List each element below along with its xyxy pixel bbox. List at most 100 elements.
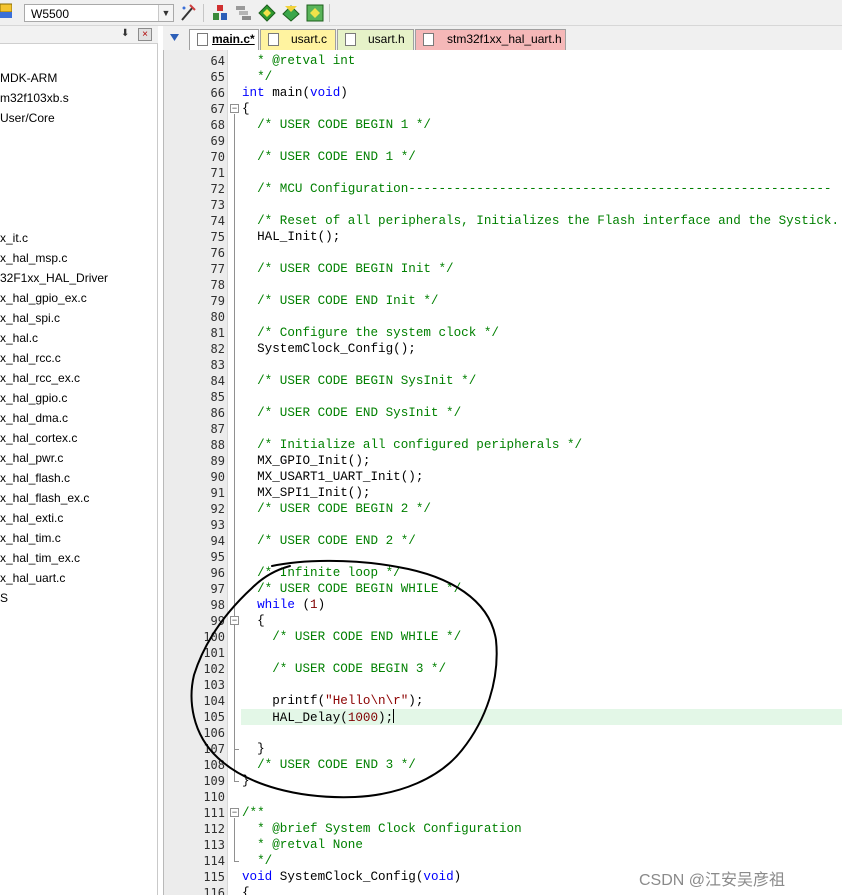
pack-installer-icon[interactable] — [257, 3, 277, 23]
fold-collapse-icon[interactable]: − — [230, 808, 239, 817]
code-line[interactable]: } — [242, 773, 250, 789]
line-number-gutter: 64 65 66 67 68 69 70 71 72 73 74 75 76 77 78 79 80 81 82 83… — [164, 50, 228, 895]
code-line[interactable]: /* USER CODE END 1 */ — [242, 149, 416, 165]
chevron-down-icon[interactable]: ▼ — [158, 5, 173, 21]
project-tree-item[interactable]: User/Core — [0, 111, 55, 125]
code-line[interactable]: HAL_Delay(1000); — [242, 709, 395, 725]
code-line[interactable]: * @retval int — [242, 53, 355, 69]
code-line[interactable]: HAL_Init(); — [242, 229, 340, 245]
code-line[interactable]: { — [242, 885, 250, 895]
project-tree-item[interactable]: 32F1xx_HAL_Driver — [0, 271, 108, 285]
code-line[interactable]: */ — [242, 853, 272, 869]
line-number: 108 — [203, 758, 225, 772]
line-number: 74 — [210, 214, 225, 228]
project-tree-item[interactable]: x_hal_tim.c — [0, 531, 61, 545]
code-line[interactable]: /* USER CODE BEGIN SysInit */ — [242, 373, 476, 389]
code-line[interactable]: /* MCU Configuration--------------------… — [242, 181, 831, 197]
code-line[interactable]: while (1) — [242, 597, 325, 613]
panel-close-button[interactable]: × — [138, 28, 152, 41]
code-token: /* MCU Configuration--------------------… — [242, 182, 832, 196]
code-line[interactable]: /* Configure the system clock */ — [242, 325, 499, 341]
run-time-environment-icon[interactable] — [233, 3, 253, 23]
code-line[interactable]: MX_GPIO_Init(); — [242, 453, 370, 469]
project-tree-item[interactable]: x_hal_flash.c — [0, 471, 70, 485]
project-tree-item[interactable]: x_hal_flash_ex.c — [0, 491, 89, 505]
options-wand-icon[interactable] — [178, 3, 198, 23]
code-line[interactable]: MX_SPI1_Init(); — [242, 485, 370, 501]
code-editor[interactable]: 64 65 66 67 68 69 70 71 72 73 74 75 76 77 78 79 80 81 82 83… — [163, 50, 842, 895]
code-line[interactable]: SystemClock_Config(); — [242, 341, 416, 357]
project-tree-item[interactable]: x_hal_exti.c — [0, 511, 63, 525]
toolbar-separator — [203, 4, 204, 22]
code-line[interactable]: { — [242, 101, 250, 117]
code-line[interactable]: int main(void) — [242, 85, 348, 101]
tab-usart-c[interactable]: usart.c — [260, 29, 336, 50]
project-tree-item[interactable]: x_hal_gpio_ex.c — [0, 291, 87, 305]
code-line[interactable]: /** — [242, 805, 265, 821]
code-line[interactable]: printf("Hello\n\r"); — [242, 693, 423, 709]
editor-tab-bar: main.c* usart.c usart.h stm32f1xx_hal_ua… — [163, 26, 842, 50]
fold-collapse-icon[interactable]: − — [230, 616, 239, 625]
line-number: 114 — [203, 854, 225, 868]
line-number: 89 — [210, 454, 225, 468]
project-tree-item[interactable]: m32f103xb.s — [0, 91, 69, 105]
project-tree-item[interactable]: x_hal_dma.c — [0, 411, 68, 425]
code-line[interactable]: /* USER CODE END 2 */ — [242, 533, 416, 549]
code-line[interactable]: /* USER CODE END SysInit */ — [242, 405, 461, 421]
project-tree-item[interactable]: x_hal_rcc_ex.c — [0, 371, 80, 385]
code-line[interactable]: /* USER CODE END WHILE */ — [242, 629, 461, 645]
code-line[interactable]: MX_USART1_UART_Init(); — [242, 469, 423, 485]
code-line[interactable]: /* USER CODE END 3 */ — [242, 757, 416, 773]
tab-usart-h[interactable]: usart.h — [337, 29, 414, 50]
tab-stm32f1xx-hal-uart-h[interactable]: stm32f1xx_hal_uart.h — [415, 29, 566, 50]
line-number: 106 — [203, 726, 225, 740]
code-line[interactable]: } — [242, 741, 265, 757]
event-recorder-icon[interactable] — [281, 3, 301, 23]
project-tree-item[interactable]: x_hal_msp.c — [0, 251, 67, 265]
code-line[interactable]: * @retval None — [242, 837, 363, 853]
line-number: 102 — [203, 662, 225, 676]
project-tree-item[interactable]: x_hal_gpio.c — [0, 391, 67, 405]
code-token: /* Initialize all configured peripherals… — [242, 438, 583, 452]
code-line[interactable]: { — [242, 613, 265, 629]
project-tree-item[interactable]: x_hal.c — [0, 331, 38, 345]
target-select[interactable]: W5500 ▼ — [24, 4, 174, 22]
load-icon[interactable] — [0, 2, 12, 22]
code-line[interactable]: /* Initialize all configured peripherals… — [242, 437, 582, 453]
code-token: /* USER CODE END SysInit */ — [242, 406, 462, 420]
tab-main-c[interactable]: main.c* — [189, 29, 259, 50]
code-line[interactable]: /* USER CODE BEGIN WHILE */ — [242, 581, 461, 597]
manage-components-icon[interactable] — [210, 3, 230, 23]
code-line[interactable]: /* USER CODE END Init */ — [242, 293, 438, 309]
code-line[interactable]: /* USER CODE BEGIN 3 */ — [242, 661, 446, 677]
fold-collapse-icon[interactable]: − — [230, 104, 239, 113]
code-line[interactable]: */ — [242, 69, 272, 85]
code-line[interactable]: /* USER CODE BEGIN 1 */ — [242, 117, 431, 133]
project-tree-item[interactable]: x_hal_pwr.c — [0, 451, 63, 465]
code-token: */ — [242, 854, 273, 868]
tab-list-icon[interactable] — [169, 32, 180, 43]
pin-icon[interactable]: ⬇ — [121, 28, 129, 39]
code-line[interactable]: /* USER CODE BEGIN 2 */ — [242, 501, 431, 517]
code-line[interactable]: * @brief System Clock Configuration — [242, 821, 522, 837]
project-tree-item[interactable]: x_hal_spi.c — [0, 311, 60, 325]
code-line[interactable]: /* Reset of all peripherals, Initializes… — [242, 213, 842, 229]
project-tree-item[interactable]: x_it.c — [0, 231, 28, 245]
project-tree-item[interactable]: x_hal_cortex.c — [0, 431, 77, 445]
line-number: 97 — [210, 582, 225, 596]
project-tree-item[interactable]: x_hal_uart.c — [0, 571, 65, 585]
project-tree-item[interactable]: MDK-ARM — [0, 71, 57, 85]
code-line[interactable]: /* USER CODE BEGIN Init */ — [242, 261, 454, 277]
code-token: ) — [317, 598, 326, 612]
project-tree-item[interactable]: x_hal_rcc.c — [0, 351, 61, 365]
software-packs-icon[interactable] — [305, 3, 325, 23]
line-number: 65 — [210, 70, 225, 84]
line-number: 92 — [210, 502, 225, 516]
line-number: 76 — [210, 246, 225, 260]
code-line[interactable]: void SystemClock_Config(void) — [242, 869, 461, 885]
project-tree-item[interactable]: S — [0, 591, 8, 605]
line-number: 107 — [203, 742, 225, 756]
code-line[interactable]: /* Infinite loop */ — [242, 565, 401, 581]
project-tree-item[interactable]: x_hal_tim_ex.c — [0, 551, 80, 565]
code-token: SystemClock_Config( — [272, 870, 424, 884]
